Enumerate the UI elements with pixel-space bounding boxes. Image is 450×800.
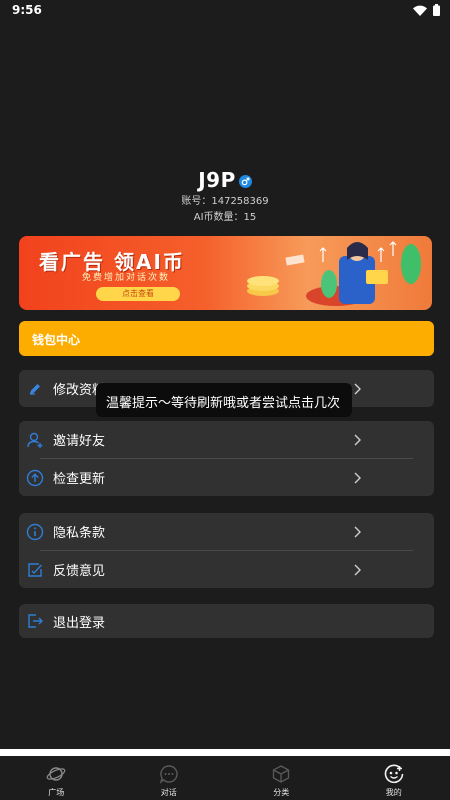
chevron-right-icon: [354, 564, 361, 575]
battery-icon: [433, 4, 440, 16]
profile-section: J9P 账号：147258369 AI币数量：15: [0, 168, 450, 224]
username: J9P: [198, 168, 236, 192]
menu-label-invite-friends: 邀请好友: [53, 434, 106, 449]
bottom-tab-bar: 广场 对话 分类 我的: [0, 756, 450, 800]
invite-update-card: 邀请好友 检查更新: [19, 421, 434, 496]
status-bar: 9:56: [0, 0, 450, 22]
tab-label: 对话: [160, 788, 177, 797]
ad-banner[interactable]: 看广告 领AI币 免费增加对话次数 点击查看: [19, 236, 432, 310]
wifi-icon: [413, 5, 427, 16]
status-time: 9:56: [12, 3, 42, 17]
menu-item-feedback[interactable]: 反馈意见: [19, 551, 434, 588]
logout-icon: [26, 612, 44, 630]
menu-label-feedback: 反馈意见: [53, 564, 106, 579]
account-number: 账号：147258369: [181, 196, 269, 207]
status-icons: [413, 4, 440, 16]
menu-item-logout[interactable]: 退出登录: [19, 604, 434, 638]
tab-label: 我的: [385, 788, 402, 797]
tab-plaza[interactable]: 广场: [0, 756, 113, 800]
edit-note-icon: [26, 561, 44, 579]
toast-message: 温馨提示～等待刷新哦或者尝试点击几次: [96, 383, 352, 417]
toast-text: 温馨提示～等待刷新哦或者尝试点击几次: [106, 396, 341, 411]
menu-item-invite-friends[interactable]: 邀请好友: [19, 421, 434, 458]
chevron-right-icon: [354, 526, 361, 537]
wallet-center-label: 钱包中心: [32, 333, 81, 347]
upload-circle-icon: [26, 469, 44, 487]
privacy-feedback-card: 隐私条款 反馈意见: [19, 513, 434, 588]
username-row: J9P: [0, 168, 450, 192]
tab-mine[interactable]: 我的: [338, 756, 450, 800]
add-user-icon: [26, 431, 44, 449]
tab-category[interactable]: 分类: [225, 756, 338, 800]
menu-label-privacy: 隐私条款: [53, 526, 106, 541]
tab-chat[interactable]: 对话: [113, 756, 226, 800]
banner-view-button[interactable]: 点击查看: [96, 287, 180, 301]
tab-label: 分类: [273, 788, 290, 797]
chevron-right-icon: [354, 434, 361, 445]
chevron-right-icon: [354, 383, 361, 394]
smile-face-icon: [384, 764, 404, 784]
logout-card: 退出登录: [19, 604, 434, 638]
info-circle-icon: [26, 523, 44, 541]
menu-item-check-update[interactable]: 检查更新: [19, 459, 434, 496]
chevron-right-icon: [354, 472, 361, 483]
planet-icon: [46, 767, 66, 781]
menu-label-logout: 退出登录: [53, 615, 106, 631]
cube-icon: [273, 765, 290, 783]
banner-illustration: [247, 241, 421, 306]
ai-coin-count: AI币数量：15: [193, 212, 257, 223]
menu-label-check-update: 检查更新: [53, 472, 106, 487]
tab-label: 广场: [48, 788, 65, 797]
menu-item-privacy[interactable]: 隐私条款: [19, 513, 434, 550]
male-gender-icon: [238, 174, 252, 188]
pencil-icon: [26, 380, 44, 398]
wallet-center-button[interactable]: 钱包中心: [19, 321, 434, 356]
banner-subtitle: 免费增加对话次数: [82, 273, 171, 283]
chat-bubble-icon: [159, 765, 178, 784]
bottom-divider-strip: [0, 749, 450, 756]
